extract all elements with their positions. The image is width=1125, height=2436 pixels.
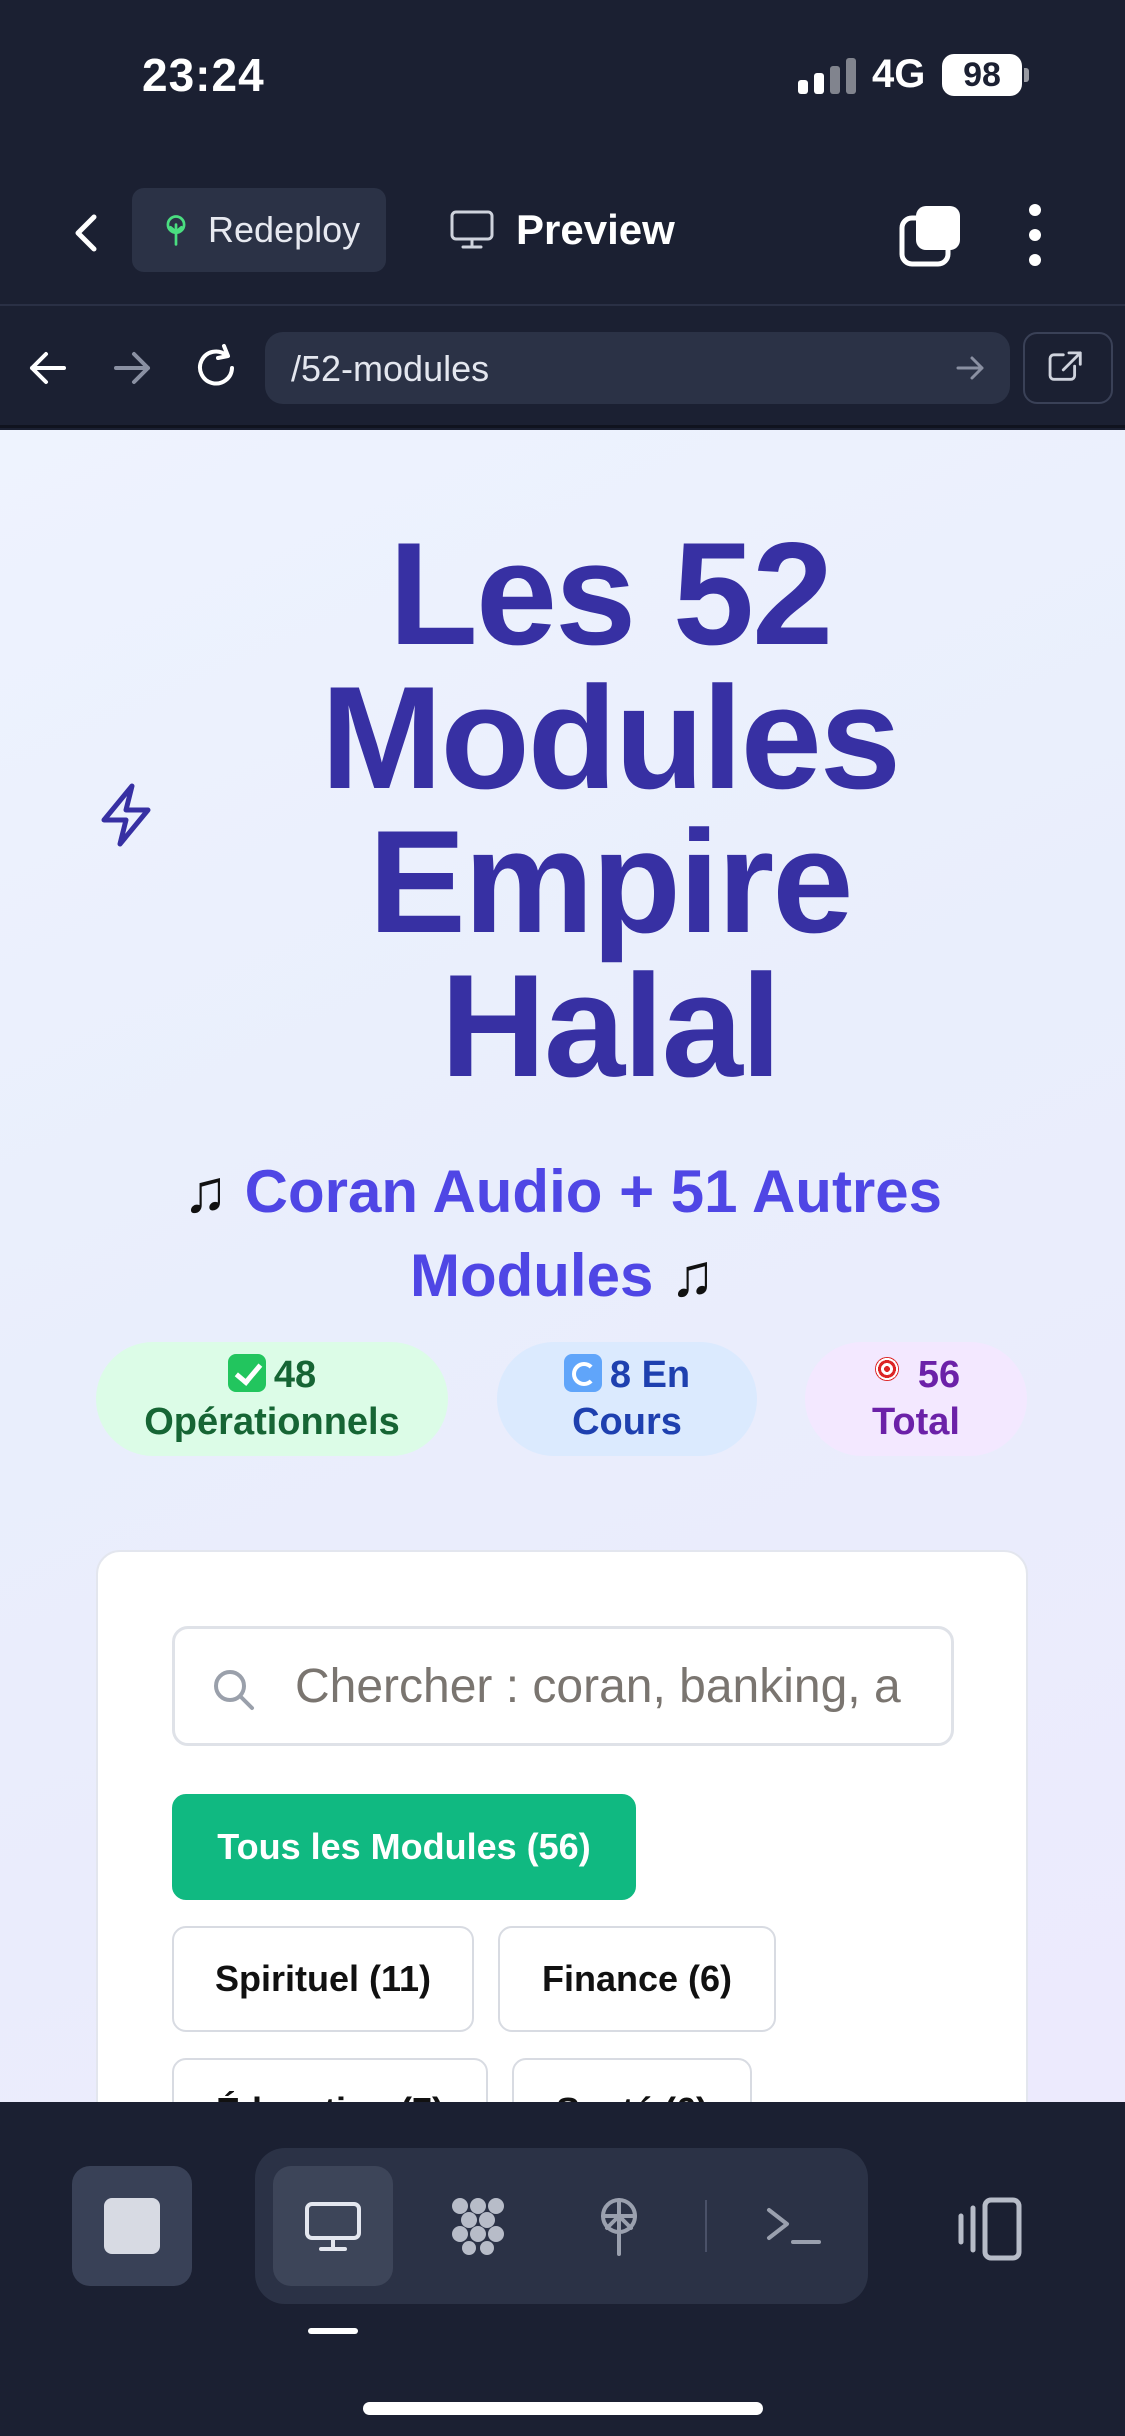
stop-button[interactable]: [72, 2166, 192, 2286]
deploy-view-button[interactable]: [559, 2166, 679, 2286]
subtitle-line-1: Coran Audio + 51 Autres: [244, 1158, 943, 1225]
desktop-view-button[interactable]: [273, 2166, 393, 2286]
filter-sante[interactable]: Santé (6): [512, 2058, 752, 2102]
stat-label: Cours: [572, 1401, 682, 1443]
more-vertical-icon[interactable]: [1020, 202, 1050, 268]
music-note-icon: ♫: [670, 1242, 715, 1309]
music-note-icon: ♫: [182, 1158, 228, 1225]
network-type: 4G: [872, 52, 926, 96]
active-indicator: [308, 2328, 358, 2334]
filter-education[interactable]: Éducation (7): [172, 2058, 488, 2102]
filter-finance[interactable]: Finance (6): [498, 1926, 776, 2032]
app-toolbar: Redeploy Preview: [0, 160, 1125, 306]
url-field[interactable]: /52-modules: [265, 332, 1010, 404]
redeploy-button[interactable]: Redeploy: [132, 188, 386, 272]
stat-count: 56: [917, 1354, 961, 1396]
subtitle-line-2: Modules: [409, 1242, 654, 1309]
bottom-dock: [0, 2102, 1125, 2436]
search-icon: [214, 1670, 254, 1710]
divider: [705, 2200, 707, 2252]
stat-badge-total: 56 Total: [805, 1342, 1027, 1456]
tabs-icon[interactable]: [898, 204, 962, 268]
url-text: /52-modules: [291, 348, 490, 389]
title-line: Les 52: [388, 512, 834, 675]
modules-filter-card: Tous les Modules (56) Spirituel (11) Fin…: [96, 1550, 1028, 2102]
stat-count: 8 En: [609, 1354, 691, 1396]
sprout-icon: [166, 215, 186, 246]
page-content: Les 52 Modules Empire Halal ♫ Coran Audi…: [0, 430, 1125, 2102]
filter-all-modules[interactable]: Tous les Modules (56): [172, 1794, 636, 1900]
battery-icon: [1024, 68, 1029, 82]
deploy-icon: [601, 2198, 637, 2256]
status-time: 23:24: [142, 49, 265, 101]
redeploy-label: Redeploy: [208, 209, 361, 250]
preview-label: Preview: [516, 206, 675, 253]
arrow-right-icon[interactable]: [102, 338, 162, 398]
terminal-button[interactable]: [733, 2166, 853, 2286]
search-box[interactable]: [172, 1626, 954, 1746]
chevron-left-icon[interactable]: [60, 205, 116, 261]
external-link-button[interactable]: [1023, 332, 1113, 404]
arrow-left-icon[interactable]: [18, 338, 78, 398]
stat-badge-operational: 48 Opérationnels: [96, 1342, 448, 1456]
external-link-icon: [1048, 351, 1082, 381]
preview-tab[interactable]: Preview: [450, 188, 675, 272]
desktop-icon: [305, 2202, 361, 2251]
address-bar: /52-modules: [0, 308, 1125, 428]
stat-label: Total: [872, 1401, 960, 1443]
status-bar: 23:24 4G 98: [0, 0, 1125, 160]
stop-icon: [104, 2198, 160, 2254]
filter-spirituel[interactable]: Spirituel (11): [172, 1926, 474, 2032]
signal-icon: [798, 58, 856, 94]
target-icon: [872, 1354, 910, 1392]
monitor-icon: [450, 210, 494, 249]
sync-icon: [563, 1354, 602, 1392]
view-switcher: [255, 2148, 868, 2304]
go-arrow-icon[interactable]: [952, 350, 988, 386]
page-title: Les 52 Modules Empire Halal: [230, 512, 990, 1107]
page-subtitle: ♫ Coran Audio + 51 Autres Modules ♫: [100, 1150, 1025, 1318]
bolt-icon: [96, 782, 156, 848]
title-line: Modules: [320, 656, 901, 819]
search-input[interactable]: [295, 1629, 945, 1743]
reload-icon[interactable]: [186, 338, 246, 398]
stat-label: Opérationnels: [144, 1401, 400, 1443]
battery-level: 98: [942, 54, 1022, 96]
layout-icon[interactable]: [955, 2194, 1025, 2264]
home-indicator[interactable]: [363, 2402, 763, 2415]
stat-badge-in-progress: 8 En Cours: [497, 1342, 757, 1456]
title-line: Halal: [440, 944, 782, 1107]
grid-view-button[interactable]: [418, 2166, 538, 2286]
stat-count: 48: [273, 1354, 317, 1396]
check-icon: [227, 1354, 266, 1392]
title-line: Empire: [368, 800, 854, 963]
grid-icon: [452, 2198, 504, 2255]
terminal-icon: [767, 2208, 821, 2244]
